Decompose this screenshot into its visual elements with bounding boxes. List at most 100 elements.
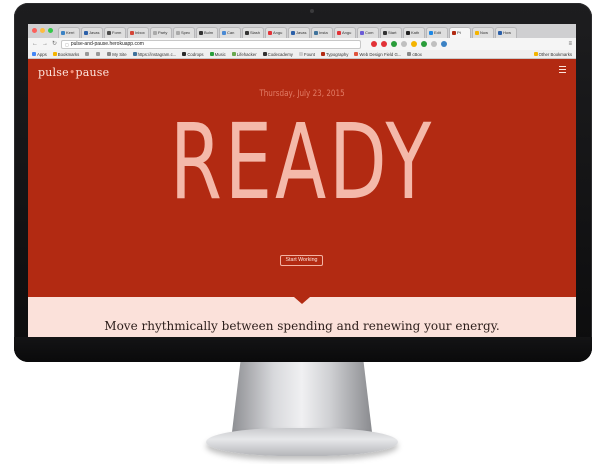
browser-tab[interactable]: Kath <box>403 27 425 38</box>
forward-icon[interactable]: → <box>42 40 48 48</box>
brand-dot: • <box>68 66 76 79</box>
screen: Kerri Javas Form Inbox Party Spec Bulm Can Slash… <box>28 24 576 337</box>
tab-favicon-icon <box>107 31 111 35</box>
bookmark-item[interactable]: Codecademy <box>262 52 293 57</box>
hamburger-line <box>559 72 566 73</box>
browser-tab[interactable]: Javas <box>81 27 103 38</box>
bookmark-label: My Site <box>112 51 127 57</box>
tab-label: Party <box>158 30 168 35</box>
bookmark-label: Web Design Field G... <box>359 51 402 57</box>
browser-tab[interactable]: Start <box>380 27 402 38</box>
close-window-icon[interactable] <box>32 28 37 33</box>
extension-icon[interactable] <box>391 41 398 47</box>
bookmark-icon <box>298 52 303 56</box>
tab-label: Can <box>227 30 235 35</box>
tab-label: Bulm <box>204 30 214 35</box>
bookmark-icon <box>132 52 137 56</box>
tab-favicon-icon <box>360 31 364 35</box>
bookmark-item[interactable] <box>96 52 101 56</box>
monitor-chin <box>14 337 592 362</box>
tab-label: Inbox <box>135 30 145 35</box>
bookmark-icon <box>96 52 101 56</box>
bookmark-item[interactable]: https://instagram.c... <box>132 52 176 57</box>
extension-icon[interactable] <box>381 41 388 47</box>
tab-favicon-icon <box>406 31 410 35</box>
extension-icon[interactable] <box>401 41 408 47</box>
hamburger-menu-icon[interactable] <box>559 66 566 73</box>
bookmark-item[interactable]: Web Design Field G... <box>354 52 401 57</box>
browser-tab[interactable]: Inbox <box>127 27 149 38</box>
start-working-button[interactable]: Start Working <box>280 255 323 266</box>
browser-tab[interactable]: How <box>495 27 517 38</box>
tabs: Kerri Javas Form Inbox Party Spec Bulm Can Slash… <box>58 24 518 38</box>
extension-icon[interactable] <box>441 41 448 47</box>
maximize-window-icon[interactable] <box>48 28 53 33</box>
tab-favicon-icon <box>199 31 203 35</box>
current-date: Thursday, July 23, 2015 <box>259 89 345 99</box>
browser-tab[interactable]: Kerri <box>58 27 80 38</box>
bookmark-item[interactable]: Codrops <box>182 52 204 57</box>
browser-menu-icon[interactable]: ≡ <box>568 41 572 47</box>
extension-icon[interactable] <box>431 41 438 47</box>
bookmark-item[interactable]: My Site <box>107 51 127 57</box>
tab-label: Javas <box>296 30 307 35</box>
tab-favicon-icon <box>383 31 387 35</box>
other-bookmarks[interactable]: Other Bookmarks <box>533 52 572 57</box>
tab-label: Angu <box>342 30 352 35</box>
bookmark-label: Music <box>214 51 226 57</box>
bookmark-icon <box>32 52 36 56</box>
browser-tab[interactable]: Can <box>219 27 241 38</box>
browser-tab[interactable]: Pt <box>449 27 471 38</box>
tab-favicon-icon <box>475 31 479 35</box>
browser-tab[interactable]: Javas <box>288 27 310 38</box>
browser-tab[interactable]: Com <box>357 27 379 38</box>
browser-tab[interactable]: Party <box>150 27 172 38</box>
bookmark-label: Bookmarks <box>57 51 80 57</box>
extension-icon[interactable] <box>411 41 418 47</box>
tab-favicon-icon <box>245 31 249 35</box>
bookmark-icon <box>182 52 187 56</box>
bookmark-item[interactable] <box>85 52 90 56</box>
tab-label: Angu <box>273 30 283 35</box>
monitor-stand-base <box>206 428 398 456</box>
browser-tab[interactable]: Now <box>472 27 494 38</box>
browser-tab[interactable]: Insta <box>311 27 333 38</box>
bookmark-icon <box>107 52 112 56</box>
bookmark-item[interactable]: Lifehacker <box>231 51 257 57</box>
browser-tab[interactable]: Bulm <box>196 27 218 38</box>
browser-tab[interactable]: Slash <box>242 27 264 38</box>
bookmark-label: cBox <box>412 51 422 57</box>
minimize-window-icon[interactable] <box>40 28 45 33</box>
bookmark-icon <box>209 52 214 56</box>
bookmark-label: Lifehacker <box>236 51 257 57</box>
bookmark-item[interactable]: cBox <box>407 52 422 57</box>
brand-right: pause <box>75 66 110 79</box>
bookmark-icon <box>354 52 359 56</box>
section-caret <box>294 297 310 304</box>
camera-icon <box>310 9 314 13</box>
tab-label: Kerri <box>66 30 75 35</box>
tab-favicon-icon <box>452 31 456 35</box>
bookmark-item[interactable]: Typography <box>320 52 348 57</box>
browser-tab[interactable]: Angu <box>265 27 287 38</box>
reload-icon[interactable]: ↻ <box>52 40 57 48</box>
bookmark-item[interactable]: Apps <box>32 52 47 57</box>
tab-label: Edit <box>434 30 441 35</box>
browser-tab[interactable]: Angu <box>334 27 356 38</box>
extension-icon[interactable] <box>421 41 428 47</box>
tab-favicon-icon <box>498 31 502 35</box>
address-bar[interactable]: ▢ pulse-and-pause.herokuapp.com <box>61 39 362 49</box>
extension-icon[interactable] <box>371 41 378 47</box>
browser-tab[interactable]: Edit <box>426 27 448 38</box>
back-icon[interactable]: ← <box>32 40 38 48</box>
tab-favicon-icon <box>429 31 433 35</box>
browser-tab[interactable]: Form <box>104 27 126 38</box>
bookmark-item[interactable]: Fount <box>298 52 315 57</box>
browser-tab[interactable]: Spec <box>173 27 195 38</box>
tab-favicon-icon <box>291 31 295 35</box>
tab-label: Start <box>388 30 397 35</box>
brand-logo[interactable]: pulse•pause <box>38 66 109 79</box>
bookmark-item[interactable]: Music <box>209 51 226 57</box>
bookmark-item[interactable]: Bookmarks <box>52 51 80 57</box>
tab-label: Slash <box>250 30 261 35</box>
